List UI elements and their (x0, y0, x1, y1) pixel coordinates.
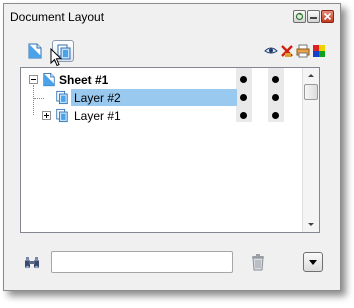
close-icon[interactable] (321, 10, 334, 23)
print-icon[interactable] (296, 44, 310, 58)
tree-rows: Sheet #1 Layer #2 Layer #1 (21, 68, 302, 232)
tree-row-layer-1[interactable]: Layer #1 (21, 107, 302, 125)
color-squares-icon[interactable] (312, 44, 326, 58)
column-header-icons (264, 44, 326, 58)
minimize-icon[interactable] (307, 10, 320, 23)
expand-toggle[interactable] (42, 111, 51, 120)
layer-icon (56, 90, 68, 105)
eye-icon[interactable] (264, 44, 278, 58)
scroll-down-arrow[interactable] (303, 216, 319, 232)
sheet-icon (28, 43, 42, 59)
title-buttons (293, 10, 334, 23)
tree-row-layer-2[interactable]: Layer #2 (21, 89, 302, 107)
tree-row-sheet-1[interactable]: Sheet #1 (21, 71, 302, 89)
visible-dot[interactable] (240, 94, 247, 101)
mouse-cursor-icon (50, 48, 62, 67)
layer-icon (56, 108, 68, 123)
printable-dot[interactable] (272, 76, 279, 83)
sheet-icon (43, 72, 55, 87)
bottom-bar (4, 248, 340, 278)
scroll-thumb[interactable] (304, 84, 318, 100)
title-bar[interactable]: Document Layout (4, 4, 340, 30)
document-layout-window: Document Layout Sheet #1 Layer #2 Layer … (3, 3, 341, 291)
window-title: Document Layout (10, 10, 105, 24)
printable-dot[interactable] (272, 112, 279, 119)
printable-dot[interactable] (272, 94, 279, 101)
vertical-scrollbar[interactable] (302, 68, 319, 232)
collapse-toggle[interactable] (29, 75, 38, 84)
layer-tree[interactable]: Sheet #1 Layer #2 Layer #1 (20, 67, 320, 233)
delete-x-icon[interactable] (280, 44, 294, 58)
tree-row-label: Layer #2 (74, 91, 121, 105)
binoculars-icon (25, 257, 39, 269)
tree-row-label: Sheet #1 (59, 73, 109, 87)
visible-dot[interactable] (240, 76, 247, 83)
restore-icon[interactable] (293, 10, 306, 23)
tree-row-label: Layer #1 (74, 109, 121, 123)
scroll-up-arrow[interactable] (303, 68, 319, 84)
trash-icon[interactable] (250, 253, 266, 271)
new-sheet-button[interactable] (24, 40, 46, 62)
chevron-down-icon (309, 260, 317, 265)
visible-dot[interactable] (240, 112, 247, 119)
options-dropdown-button[interactable] (303, 252, 323, 272)
search-input[interactable] (51, 251, 233, 273)
